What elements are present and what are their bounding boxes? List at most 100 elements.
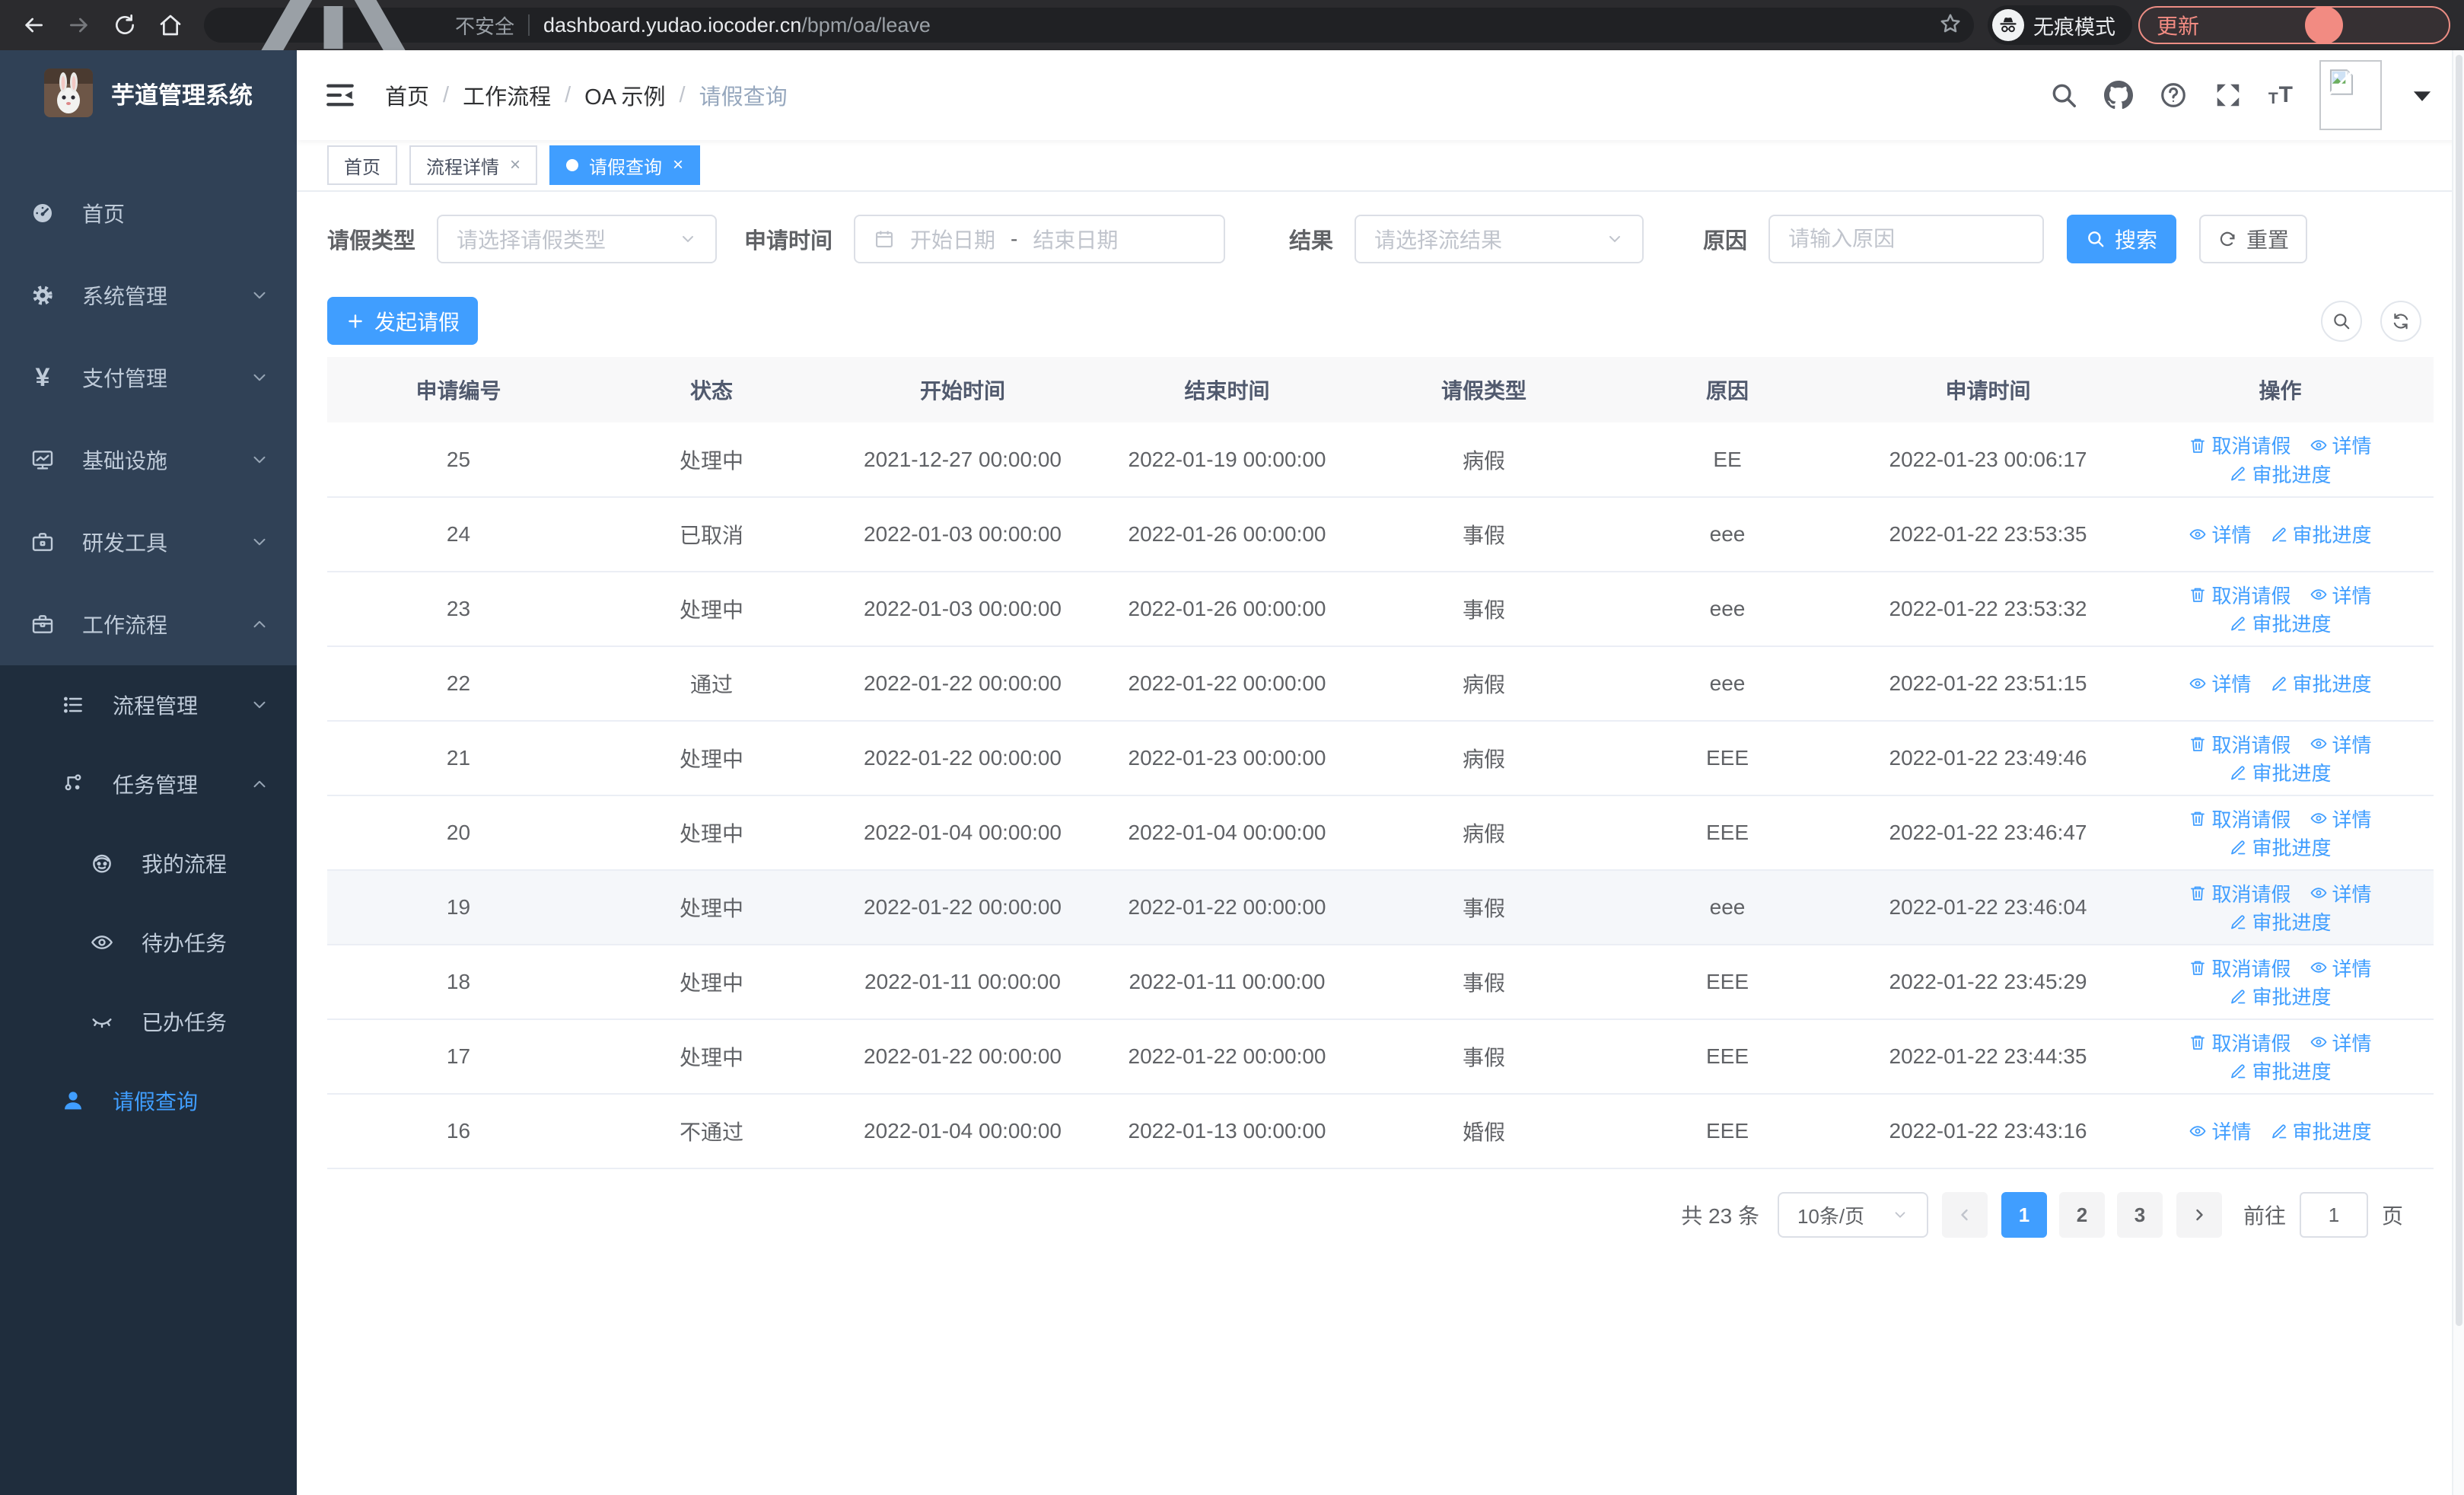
approval-progress-link[interactable]: 审批进度	[2229, 982, 2332, 1010]
browser-home-icon[interactable]	[151, 5, 190, 45]
approval-progress-link[interactable]: 审批进度	[2229, 833, 2332, 861]
bookmark-star-icon[interactable]	[1939, 12, 1962, 39]
approval-progress-link[interactable]: 审批进度	[2270, 520, 2372, 548]
cancel-leave-link[interactable]: 取消请假	[2189, 879, 2291, 907]
sidebar-item-home[interactable]: 首页	[0, 172, 297, 254]
breadcrumb-item-home[interactable]: 首页	[385, 79, 429, 111]
user-icon	[61, 1089, 85, 1113]
sidebar-item-todo-tasks[interactable]: 待办任务	[0, 903, 297, 982]
header-search-icon[interactable]	[2049, 81, 2078, 110]
apply-time-range-picker[interactable]: 开始日期 - 结束日期	[854, 215, 1226, 263]
result-select[interactable]: 请选择流结果	[1355, 215, 1644, 263]
sidebar-collapse-icon[interactable]	[324, 79, 356, 111]
sidebar-item-payment-mgmt[interactable]: ¥ 支付管理	[0, 336, 297, 419]
github-icon[interactable]	[2103, 81, 2133, 110]
user-avatar[interactable]	[2319, 60, 2382, 130]
font-size-icon[interactable]: TT	[2268, 82, 2294, 108]
cell-end: 2022-01-19 00:00:00	[1092, 422, 1362, 498]
detail-link[interactable]: 详情	[2310, 954, 2372, 982]
sidebar-item-dev-tools[interactable]: 研发工具	[0, 501, 297, 583]
avatar-caret-icon[interactable]	[2408, 81, 2437, 110]
cell-type: 事假	[1362, 870, 1606, 945]
trash-icon	[2189, 958, 2207, 977]
approval-progress-link[interactable]: 审批进度	[2270, 1117, 2372, 1145]
browser-forward-icon[interactable]	[59, 5, 99, 45]
browser-back-icon[interactable]	[14, 5, 53, 45]
toggle-search-button[interactable]	[2321, 300, 2362, 342]
tab-home[interactable]: 首页	[327, 145, 397, 185]
pen-icon	[2270, 674, 2288, 693]
tab-leave-query[interactable]: 请假查询 ×	[549, 145, 701, 185]
detail-link[interactable]: 详情	[2189, 669, 2252, 697]
monitor-icon	[30, 448, 55, 472]
page-size-select[interactable]: 10条/页	[1777, 1192, 1928, 1238]
breadcrumb-item-oa[interactable]: OA 示例	[584, 79, 665, 111]
end-date-placeholder: 结束日期	[1033, 228, 1119, 252]
sidebar-item-label: 待办任务	[142, 932, 228, 955]
sidebar-item-done-tasks[interactable]: 已办任务	[0, 982, 297, 1061]
cancel-leave-link[interactable]: 取消请假	[2189, 805, 2291, 833]
approval-progress-link[interactable]: 审批进度	[2229, 907, 2332, 936]
leave-type-select[interactable]: 请选择请假类型	[437, 215, 718, 263]
detail-link[interactable]: 详情	[2310, 581, 2372, 609]
tab-process-detail[interactable]: 流程详情 ×	[409, 145, 538, 185]
sidebar-item-system-mgmt[interactable]: 系统管理	[0, 254, 297, 336]
detail-link[interactable]: 详情	[2310, 431, 2372, 459]
goto-page-input[interactable]	[2299, 1192, 2368, 1238]
detail-link[interactable]: 详情	[2310, 730, 2372, 758]
eye-icon	[2310, 958, 2328, 977]
close-icon[interactable]: ×	[510, 156, 520, 174]
refresh-table-button[interactable]	[2380, 300, 2421, 342]
reason-input[interactable]	[1788, 227, 2025, 251]
approval-progress-link[interactable]: 审批进度	[2229, 460, 2332, 488]
column-header: 开始时间	[833, 357, 1092, 422]
sidebar-item-infrastructure[interactable]: 基础设施	[0, 419, 297, 501]
approval-progress-link[interactable]: 审批进度	[2229, 609, 2332, 637]
detail-link[interactable]: 详情	[2189, 520, 2252, 548]
page-button-1[interactable]: 1	[2001, 1192, 2047, 1238]
sidebar-item-my-process[interactable]: 我的流程	[0, 824, 297, 903]
sidebar-item-label: 任务管理	[113, 773, 199, 797]
table-row: 16 不通过 2022-01-04 00:00:00 2022-01-13 00:00…	[327, 1094, 2434, 1169]
cancel-leave-link[interactable]: 取消请假	[2189, 431, 2291, 459]
reset-button[interactable]: 重置	[2199, 215, 2308, 263]
cancel-leave-link[interactable]: 取消请假	[2189, 1028, 2291, 1057]
browser-update-button[interactable]: 更新	[2138, 6, 2450, 111]
prev-page-button[interactable]	[1941, 1192, 1988, 1238]
column-header: 操作	[2127, 357, 2434, 422]
page-button-2[interactable]: 2	[2058, 1192, 2105, 1238]
browser-reload-icon[interactable]	[105, 5, 145, 45]
approval-progress-link[interactable]: 审批进度	[2229, 758, 2332, 786]
cancel-leave-link[interactable]: 取消请假	[2189, 730, 2291, 758]
approval-progress-link[interactable]: 审批进度	[2270, 669, 2372, 697]
breadcrumb: 首页 / 工作流程 / OA 示例 / 请假查询	[385, 79, 788, 111]
app-logo-row[interactable]: 芋道管理系统	[0, 50, 297, 135]
close-icon[interactable]: ×	[673, 156, 683, 174]
sidebar-item-task-mgmt[interactable]: 任务管理	[0, 744, 297, 824]
cancel-leave-link[interactable]: 取消请假	[2189, 581, 2291, 609]
approval-progress-link[interactable]: 审批进度	[2229, 1057, 2332, 1085]
address-bar[interactable]: 不安全 dashboard.yudao.iocoder.cn/bpm/oa/le…	[204, 0, 1974, 111]
cancel-leave-link[interactable]: 取消请假	[2189, 954, 2291, 982]
page-button-3[interactable]: 3	[2116, 1192, 2163, 1238]
sidebar-item-workflow[interactable]: 工作流程	[0, 583, 297, 665]
detail-link[interactable]: 详情	[2310, 805, 2372, 833]
detail-link[interactable]: 详情	[2310, 879, 2372, 907]
scrollbar-thumb[interactable]	[2456, 55, 2462, 1327]
page-scrollbar[interactable]	[2452, 50, 2464, 1495]
tab-label: 请假查询	[589, 157, 663, 178]
sidebar-item-label: 支付管理	[82, 367, 168, 390]
sidebar-item-process-mgmt[interactable]: 流程管理	[0, 665, 297, 744]
sidebar-item-leave-query[interactable]: 请假查询	[0, 1061, 297, 1140]
sidebar-item-label: 基础设施	[82, 449, 168, 473]
detail-link[interactable]: 详情	[2189, 1117, 2252, 1145]
breadcrumb-item-workflow[interactable]: 工作流程	[463, 79, 551, 111]
cell-type: 病假	[1362, 422, 1606, 498]
next-page-button[interactable]	[2176, 1192, 2222, 1238]
eye-icon	[2310, 1033, 2328, 1051]
help-icon[interactable]	[2159, 81, 2188, 110]
create-leave-button[interactable]: 发起请假	[327, 297, 478, 345]
search-button[interactable]: 搜索	[2067, 215, 2177, 263]
detail-link[interactable]: 详情	[2310, 1028, 2372, 1057]
fullscreen-icon[interactable]	[2214, 81, 2243, 110]
